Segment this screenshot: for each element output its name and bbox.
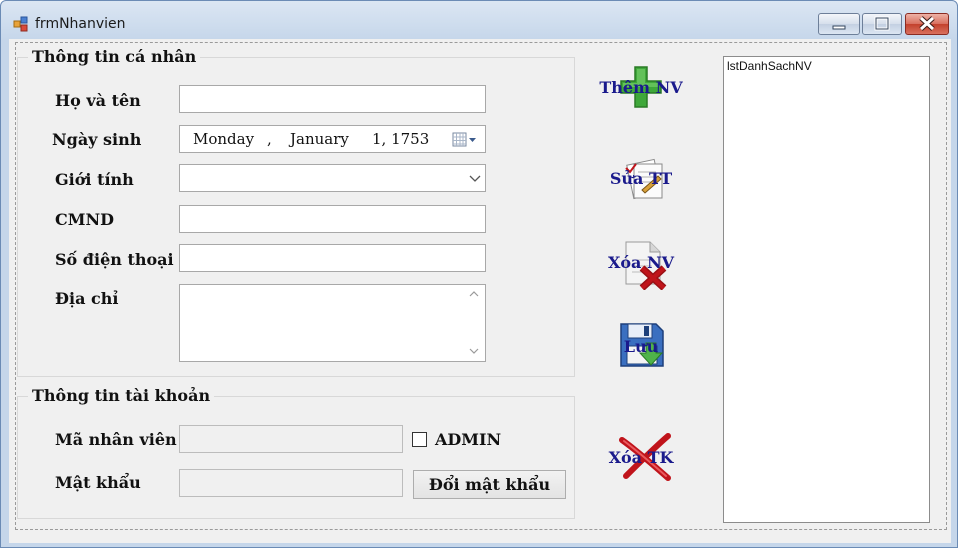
password-label: Mật khẩu — [55, 473, 141, 492]
id-input[interactable] — [179, 205, 486, 233]
change-password-button[interactable]: Đổi mật khẩu — [413, 470, 566, 499]
dob-month: January — [290, 130, 349, 148]
scroll-up-icon[interactable] — [467, 288, 481, 300]
add-employee-label: Thêm NV — [599, 78, 683, 97]
client-area: Thông tin cá nhân Họ và tên Ngày sinh Mo… — [9, 39, 951, 543]
window-title: frmNhanvien — [35, 16, 126, 32]
calendar-dropdown-icon[interactable] — [452, 131, 480, 149]
address-label: Địa chỉ — [55, 289, 119, 308]
account-info-title: Thông tin tài khoản — [28, 386, 215, 405]
delete-employee-label: Xóa NV — [607, 253, 675, 272]
close-icon — [919, 16, 935, 31]
edit-info-button[interactable]: Sửa TT — [576, 151, 706, 207]
delete-employee-button[interactable]: Xóa NV — [576, 235, 706, 291]
empid-input[interactable] — [179, 425, 403, 453]
id-label: CMND — [55, 210, 114, 229]
name-label: Họ và tên — [55, 91, 141, 110]
admin-label: ADMIN — [435, 430, 502, 449]
account-info-group: Thông tin tài khoản — [17, 386, 575, 519]
address-textarea[interactable] — [179, 284, 486, 362]
admin-checkbox[interactable] — [412, 432, 427, 447]
restore-icon — [874, 16, 890, 31]
window-frame: frmNhanvien Thông tin cá nhân Họ và tên … — [0, 0, 958, 548]
form-icon — [13, 16, 28, 32]
save-label: Lưu — [623, 337, 659, 356]
chevron-down-icon — [469, 175, 481, 182]
phone-label: Số điện thoại — [55, 250, 174, 269]
listbox-name: lstDanhSachNV — [727, 59, 812, 73]
gender-label: Giới tính — [55, 170, 134, 189]
employee-listbox[interactable]: lstDanhSachNV — [723, 56, 930, 523]
dob-sep: , — [267, 130, 272, 148]
minimize-button[interactable] — [818, 13, 860, 35]
close-button[interactable] — [905, 13, 949, 35]
empid-label: Mã nhân viên — [55, 430, 177, 449]
scroll-down-icon[interactable] — [467, 345, 481, 357]
personal-info-title: Thông tin cá nhân — [28, 47, 201, 66]
phone-input[interactable] — [179, 244, 486, 272]
password-input[interactable] — [179, 469, 403, 497]
save-button[interactable]: Lưu — [576, 319, 706, 375]
dob-label: Ngày sinh — [52, 130, 142, 149]
edit-info-label: Sửa TT — [609, 169, 673, 188]
dob-datepicker[interactable]: Monday , January 1, 1753 — [179, 125, 486, 153]
delete-account-button[interactable]: Xóa TK — [576, 429, 706, 485]
name-input[interactable] — [179, 85, 486, 113]
delete-account-label: Xóa TK — [608, 448, 674, 467]
dob-dayyear: 1, 1753 — [372, 130, 430, 148]
maximize-button[interactable] — [862, 13, 902, 35]
minimize-icon — [832, 25, 846, 30]
add-employee-button[interactable]: Thêm NV — [576, 63, 706, 119]
gender-select[interactable] — [179, 164, 486, 192]
dob-day: Monday — [193, 130, 255, 148]
